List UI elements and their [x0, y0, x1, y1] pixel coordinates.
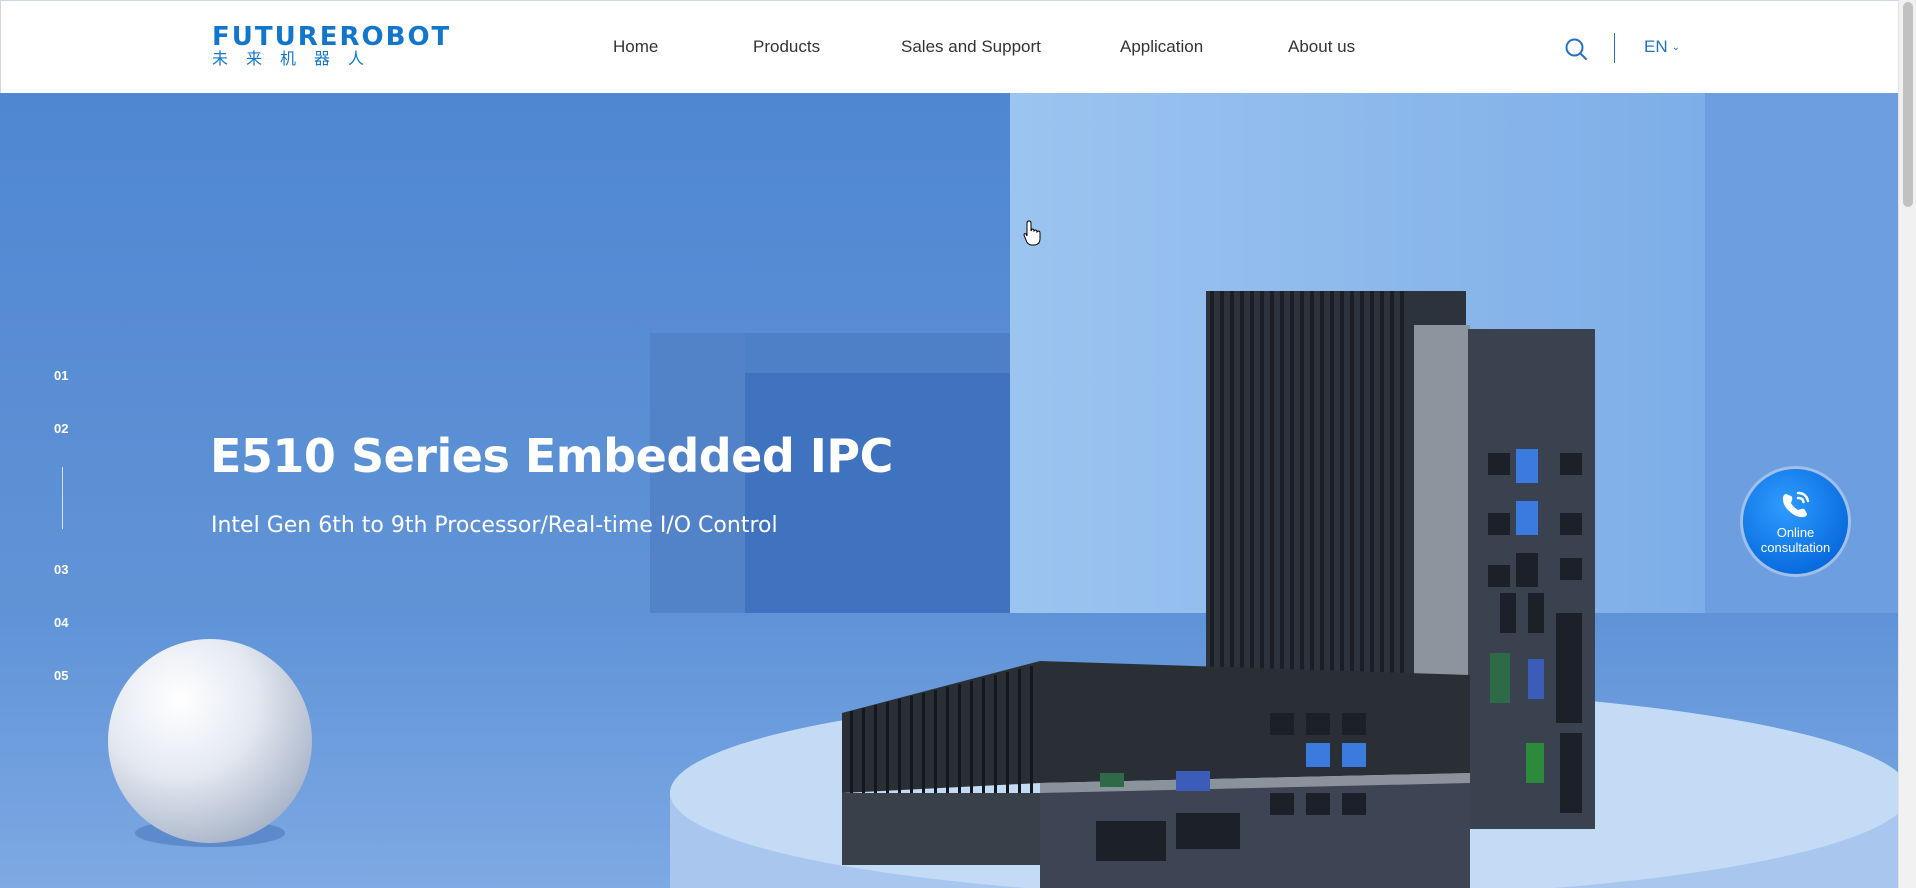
hero-title: E510 Series Embedded IPC — [210, 429, 893, 483]
consult-line-2: consultation — [1760, 540, 1831, 555]
nav-about-us[interactable]: About us — [1288, 37, 1355, 57]
page-scrollbar[interactable] — [1898, 0, 1916, 888]
nav-sales-support[interactable]: Sales and Support — [901, 37, 1041, 57]
language-selector[interactable]: EN ⌄ — [1644, 37, 1680, 57]
hero-banner: 01 02 03 04 05 E510 Series Embedded IPC … — [0, 93, 1898, 888]
hero-subtitle: Intel Gen 6th to 9th Processor/Real-time… — [211, 513, 778, 538]
site-logo[interactable]: FUTUREROBOT 未来机器人 — [212, 22, 452, 71]
hand-cursor-icon — [1023, 220, 1041, 246]
site-header: FUTUREROBOT 未来机器人 Home Products Sales an… — [0, 0, 1898, 93]
logo-text: FUTUREROBOT — [212, 22, 452, 52]
header-divider — [1614, 33, 1615, 63]
phone-icon — [1782, 491, 1810, 518]
hero-background-image — [0, 93, 1898, 888]
nav-home[interactable]: Home — [613, 37, 658, 57]
slide-dot-02[interactable]: 02 — [54, 421, 68, 436]
consult-line-1: Online — [1776, 525, 1815, 540]
active-slide-indicator — [62, 467, 63, 529]
slide-dot-04[interactable]: 04 — [54, 615, 68, 630]
search-icon[interactable] — [1564, 37, 1588, 61]
slide-dot-01[interactable]: 01 — [54, 368, 68, 383]
chevron-down-icon: ⌄ — [1671, 42, 1681, 53]
online-consultation-button[interactable]: Online consultation — [1743, 469, 1848, 574]
nav-application[interactable]: Application — [1120, 37, 1203, 57]
logo-chinese-text: 未来机器人 — [212, 49, 383, 68]
slide-dot-05[interactable]: 05 — [54, 668, 68, 683]
consultation-label: Online consultation — [1743, 525, 1848, 555]
language-label: EN — [1644, 37, 1668, 56]
slide-dot-03[interactable]: 03 — [54, 562, 68, 577]
nav-products[interactable]: Products — [753, 37, 820, 57]
scrollbar-thumb[interactable] — [1903, 2, 1913, 207]
